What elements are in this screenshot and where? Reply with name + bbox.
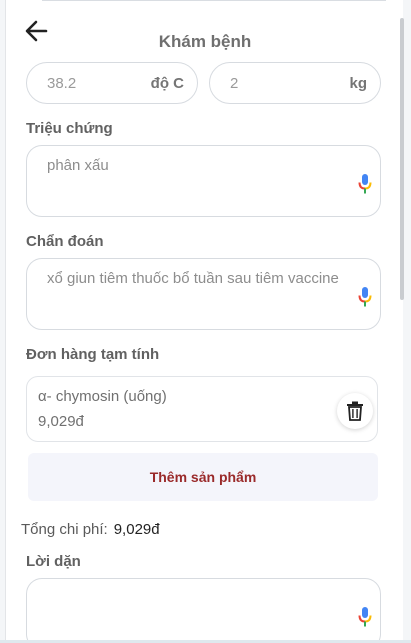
order-label: Đơn hàng tạm tính (26, 346, 160, 363)
microphone-icon[interactable] (358, 174, 372, 194)
symptoms-input[interactable]: phân xấu (26, 145, 381, 217)
product-name: α- chymosin (uống) (38, 388, 167, 405)
scrollbar[interactable] (400, 18, 404, 300)
diagnosis-text: xổ giun tiêm thuốc bổ tuần sau tiêm vacc… (47, 270, 339, 287)
advice-label: Lời dặn (26, 553, 81, 570)
total-cost: Tổng chi phí: 9,029đ (21, 521, 160, 538)
add-product-button[interactable]: Thêm sản phẩm (28, 453, 378, 501)
weight-field[interactable]: 2 kg (209, 62, 381, 104)
temperature-value: 38.2 (47, 74, 77, 92)
delete-item-button[interactable] (337, 393, 373, 429)
exam-sheet: Khám bệnh 38.2 độ C 2 kg Triệu chứng phâ… (5, 0, 403, 643)
advice-input[interactable] (26, 578, 381, 643)
symptoms-label: Triệu chứng (26, 120, 113, 137)
weight-value: 2 (230, 74, 239, 92)
trash-icon (347, 401, 363, 421)
total-amount: 9,029đ (113, 521, 160, 538)
weight-unit: kg (349, 74, 367, 92)
divider (42, 0, 386, 1)
temperature-unit: độ C (150, 74, 184, 92)
diagnosis-input[interactable]: xổ giun tiêm thuốc bổ tuần sau tiêm vacc… (26, 258, 381, 330)
page-title: Khám bệnh (158, 32, 252, 51)
microphone-icon[interactable] (358, 607, 372, 627)
order-item-card: α- chymosin (uống) 9,029đ (26, 376, 378, 442)
microphone-icon[interactable] (358, 287, 372, 307)
diagnosis-label: Chẩn đoán (26, 233, 104, 250)
product-price: 9,029đ (38, 413, 84, 430)
symptoms-text: phân xấu (47, 157, 109, 174)
total-label: Tổng chi phí: (21, 521, 108, 538)
temperature-field[interactable]: 38.2 độ C (26, 62, 198, 104)
